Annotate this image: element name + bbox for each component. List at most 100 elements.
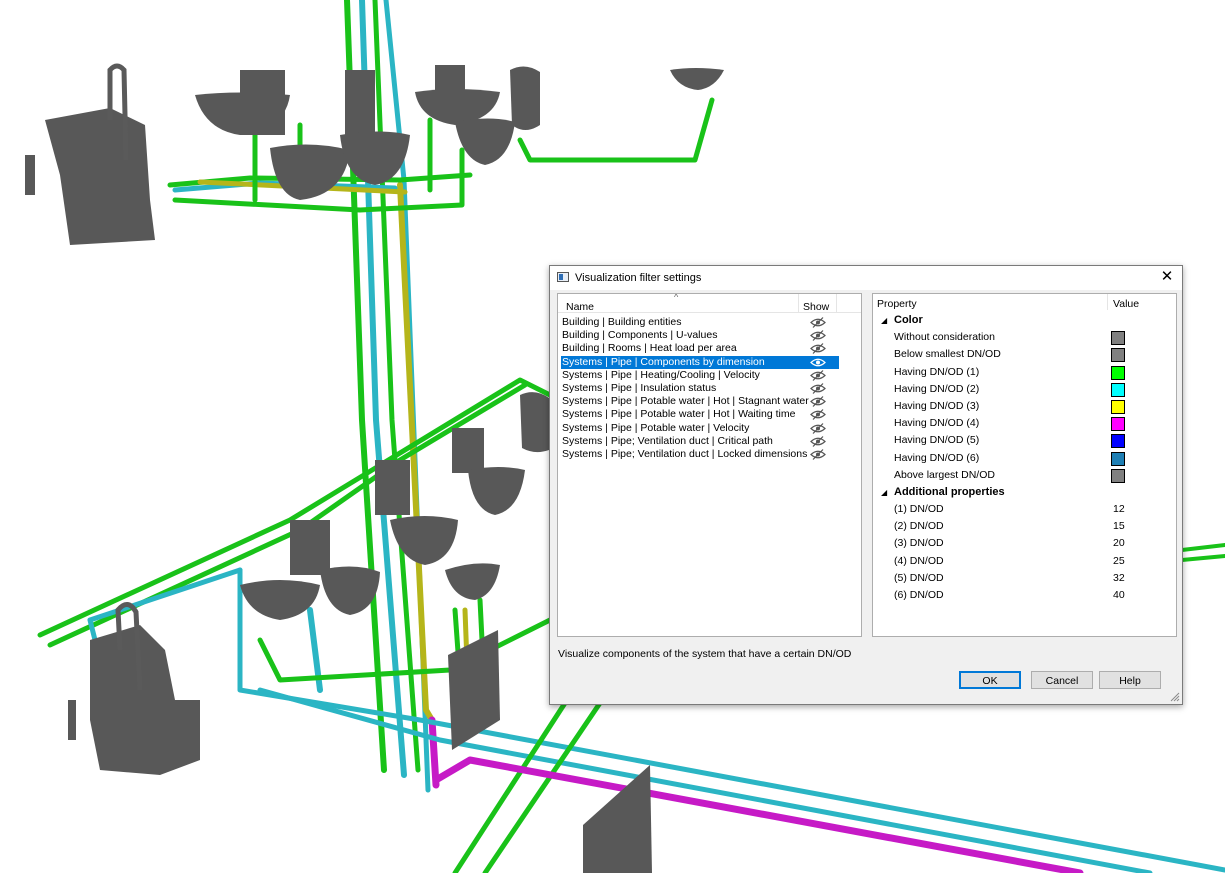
property-label: Having DN/OD (6) [894, 451, 980, 464]
property-row[interactable]: Having DN/OD (5) [873, 432, 1176, 449]
column-divider[interactable] [798, 294, 799, 312]
filter-list-item[interactable]: Systems | Pipe; Ventilation duct | Criti… [561, 435, 839, 448]
property-label: Having DN/OD (2) [894, 382, 980, 395]
column-header-show[interactable]: Show [803, 301, 829, 313]
property-row[interactable]: Having DN/OD (6) [873, 450, 1176, 467]
property-label: Below smallest DN/OD [894, 348, 1001, 361]
property-label: (5) DN/OD [894, 571, 944, 584]
property-value[interactable]: 12 [1113, 501, 1125, 518]
collapse-triangle-icon[interactable]: ◢ [881, 484, 887, 501]
property-label: (4) DN/OD [894, 554, 944, 567]
filter-description: Visualize components of the system that … [558, 648, 852, 660]
color-swatch[interactable] [1111, 365, 1125, 380]
property-row[interactable]: Above largest DN/OD [873, 467, 1176, 484]
close-button[interactable]: ✕ [1158, 268, 1176, 286]
filter-item-label: Systems | Pipe | Potable water | Hot | S… [562, 395, 809, 408]
category-label: Color [894, 314, 923, 326]
filter-item-label: Systems | Pipe; Ventilation duct | Locke… [562, 447, 808, 460]
eye-hidden-icon[interactable] [810, 448, 826, 460]
eye-hidden-icon[interactable] [810, 383, 826, 394]
color-swatch[interactable] [1111, 348, 1125, 363]
property-row[interactable]: (4) DN/OD 25 [873, 553, 1176, 570]
filter-list-item[interactable]: Systems | Pipe | Potable water | Hot | W… [561, 408, 839, 421]
color-swatch[interactable] [1111, 434, 1125, 449]
filter-list[interactable]: ^ Name Show Building | Building entities… [557, 293, 862, 637]
property-grid[interactable]: Property Value ◢ Color Without considerati… [872, 293, 1177, 637]
ok-button[interactable]: OK [959, 671, 1021, 689]
eye-hidden-icon[interactable] [810, 330, 826, 342]
filter-list-header: ^ Name Show [558, 294, 861, 313]
cancel-button[interactable]: Cancel [1031, 671, 1093, 689]
filter-item-label: Building | Components | U-values [562, 329, 718, 342]
property-row[interactable]: (2) DN/OD 15 [873, 518, 1176, 535]
category-label: Additional properties [894, 485, 1005, 498]
property-value[interactable]: 20 [1113, 535, 1125, 552]
filter-list-item[interactable]: Systems | Pipe | Insulation status [561, 382, 839, 395]
property-rows: ◢ Color Without consideration Below smalles… [873, 312, 1176, 604]
eye-hidden-icon[interactable] [810, 369, 826, 381]
filter-item-label: Systems | Pipe | Potable water | Hot | W… [562, 408, 796, 421]
property-row[interactable]: Having DN/OD (1) [873, 364, 1176, 381]
dialog-titlebar[interactable]: Visualization filter settings ✕ [550, 266, 1182, 290]
property-row[interactable]: Having DN/OD (2) [873, 381, 1176, 398]
eye-hidden-icon[interactable] [810, 409, 826, 421]
window-app-icon [557, 272, 569, 282]
property-row[interactable]: Without consideration [873, 329, 1176, 346]
color-swatch[interactable] [1111, 451, 1125, 466]
property-category[interactable]: ◢ Additional properties [873, 484, 1176, 501]
visualization-filter-dialog: Visualization filter settings ✕ ^ Name S… [549, 265, 1183, 705]
property-row[interactable]: (3) DN/OD 20 [873, 535, 1176, 552]
filter-list-item[interactable]: Systems | Pipe | Heating/Cooling | Veloc… [561, 369, 839, 382]
property-row[interactable]: Below smallest DN/OD [873, 346, 1176, 363]
property-label: Without consideration [894, 331, 995, 344]
property-row[interactable]: (5) DN/OD 32 [873, 570, 1176, 587]
filter-rows: Building | Building entities Building | C… [561, 316, 839, 461]
property-label: Above largest DN/OD [894, 468, 995, 481]
property-category[interactable]: ◢ Color [873, 312, 1176, 329]
property-grid-header: Property Value [873, 294, 1176, 310]
column-header-name[interactable]: Name [566, 301, 594, 313]
color-swatch[interactable] [1111, 468, 1125, 483]
property-label: (2) DN/OD [894, 520, 944, 533]
collapse-triangle-icon[interactable]: ◢ [881, 312, 887, 329]
filter-list-item[interactable]: Systems | Pipe; Ventilation duct | Locke… [561, 448, 839, 461]
filter-item-label: Systems | Pipe; Ventilation duct | Criti… [562, 434, 773, 447]
eye-hidden-icon[interactable] [810, 317, 826, 328]
filter-list-item[interactable]: Systems | Pipe | Components by dimension [561, 355, 839, 369]
property-row[interactable]: (1) DN/OD 12 [873, 501, 1176, 518]
property-label: Having DN/OD (4) [894, 417, 980, 430]
property-row[interactable]: Having DN/OD (3) [873, 398, 1176, 415]
column-divider[interactable] [1107, 294, 1108, 310]
dialog-title: Visualization filter settings [575, 272, 702, 284]
eye-visible-icon[interactable] [810, 357, 826, 368]
eye-hidden-icon[interactable] [810, 343, 826, 355]
property-value[interactable]: 25 [1113, 553, 1125, 570]
color-swatch[interactable] [1111, 399, 1125, 414]
property-value[interactable]: 15 [1113, 518, 1125, 535]
eye-hidden-icon[interactable] [810, 435, 826, 447]
column-divider[interactable] [836, 294, 837, 312]
filter-list-item[interactable]: Building | Rooms | Heat load per area [561, 342, 839, 355]
color-swatch[interactable] [1111, 382, 1125, 397]
color-swatch[interactable] [1111, 417, 1125, 432]
property-value[interactable]: 32 [1113, 570, 1125, 587]
column-header-property: Property [877, 298, 917, 310]
property-row[interactable]: (6) DN/OD 40 [873, 587, 1176, 604]
property-label: (6) DN/OD [894, 589, 944, 601]
help-button[interactable]: Help [1099, 671, 1161, 689]
filter-item-label: Building | Building entities [562, 316, 682, 328]
property-label: Having DN/OD (5) [894, 434, 980, 447]
filter-list-item[interactable]: Building | Components | U-values [561, 329, 839, 342]
filter-list-item[interactable]: Building | Building entities [561, 316, 839, 329]
filter-item-label: Systems | Pipe | Insulation status [562, 381, 717, 394]
filter-list-item[interactable]: Systems | Pipe | Potable water | Velocit… [561, 422, 839, 435]
filter-item-label: Systems | Pipe | Heating/Cooling | Veloc… [562, 368, 760, 381]
property-value[interactable]: 40 [1113, 587, 1125, 604]
eye-hidden-icon[interactable] [810, 422, 826, 434]
color-swatch[interactable] [1111, 331, 1125, 346]
filter-list-item[interactable]: Systems | Pipe | Potable water | Hot | S… [561, 395, 839, 408]
property-row[interactable]: Having DN/OD (4) [873, 415, 1176, 432]
property-label: Having DN/OD (1) [894, 365, 980, 378]
resize-grip-icon[interactable] [1170, 692, 1180, 702]
eye-hidden-icon[interactable] [810, 396, 826, 408]
